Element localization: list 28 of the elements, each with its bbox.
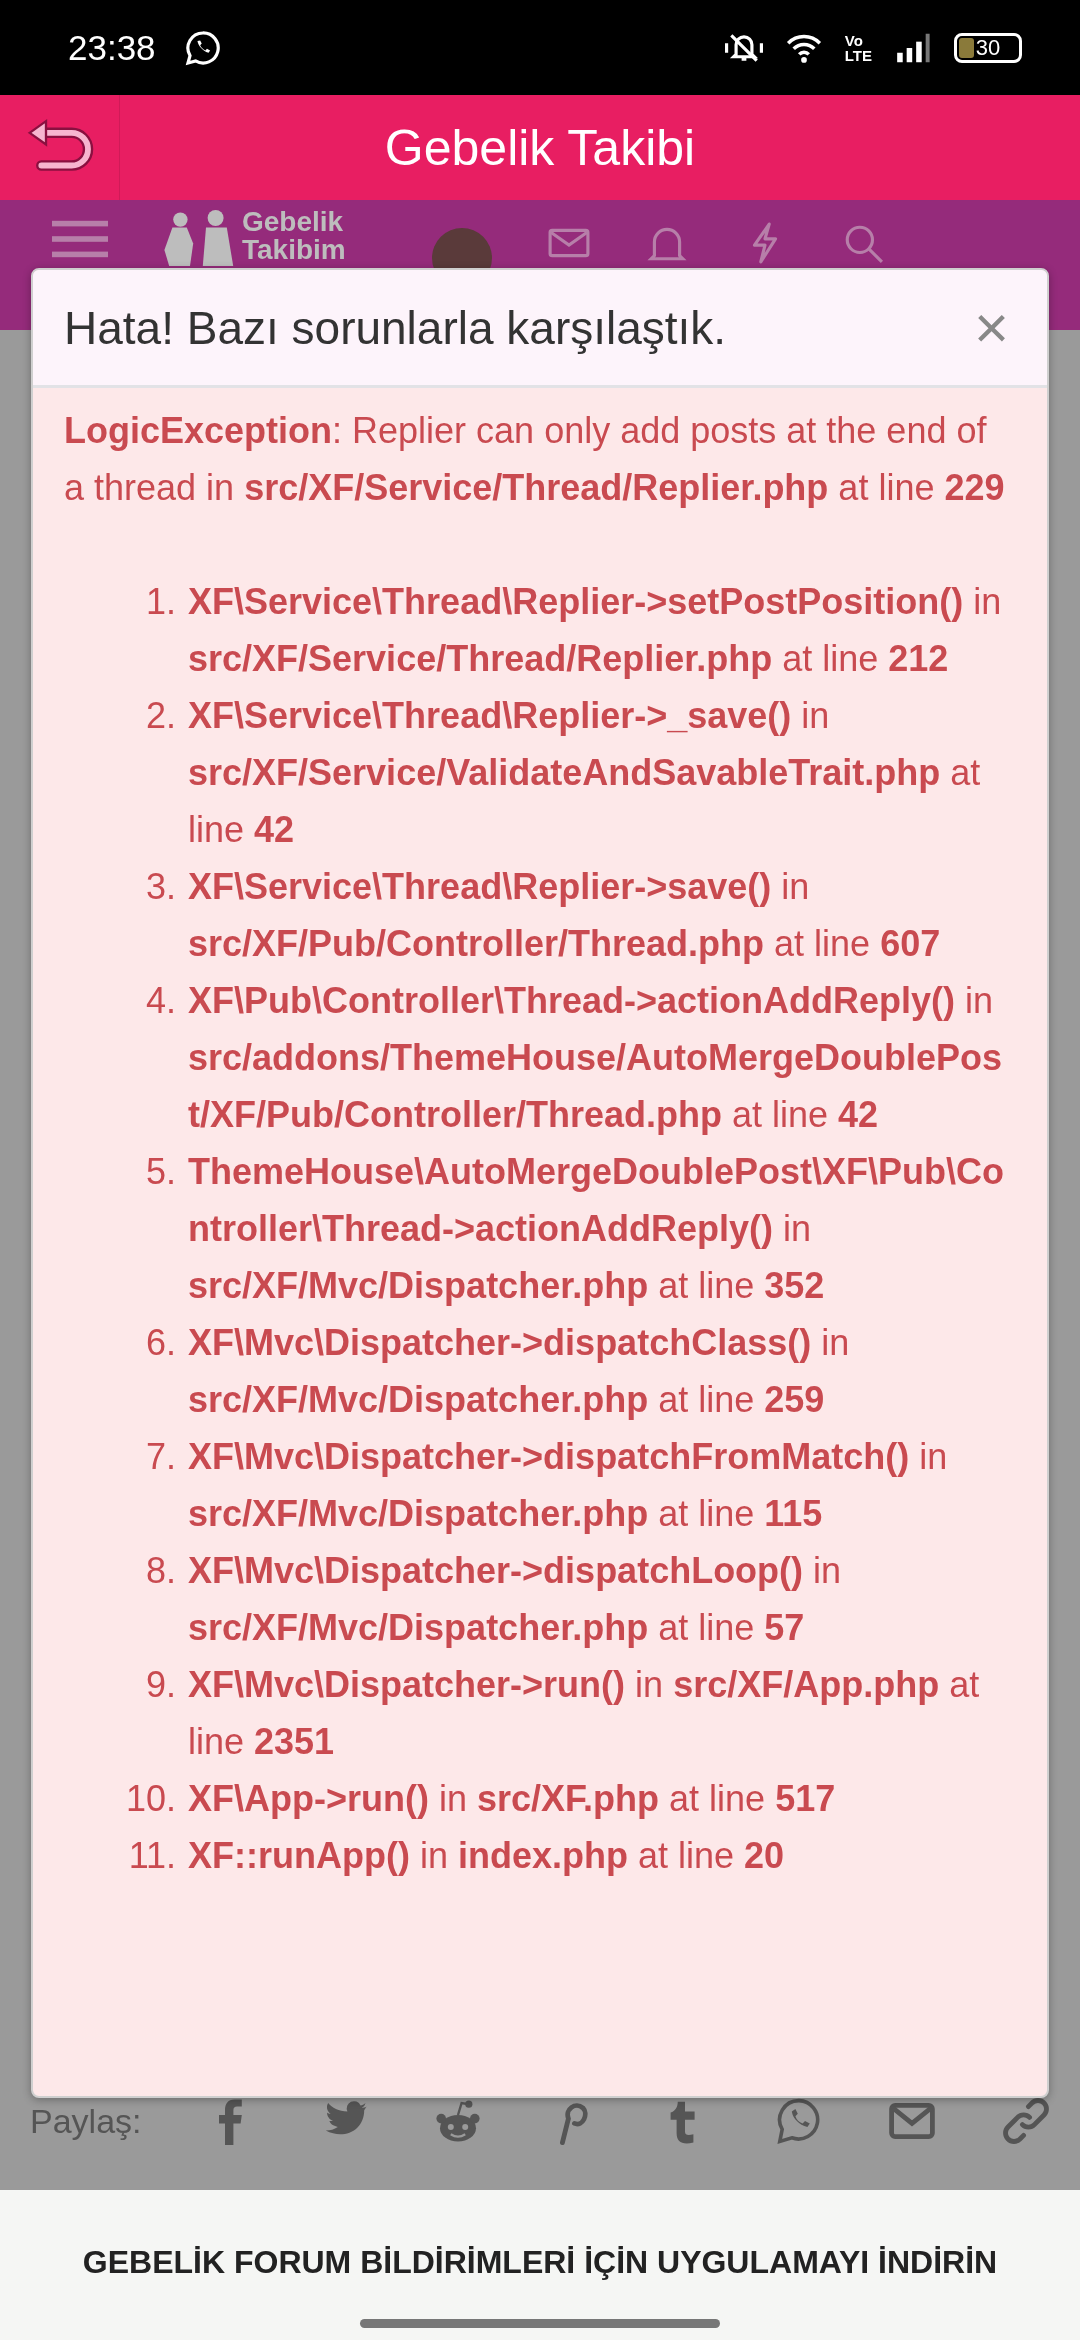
list-number: 8. <box>144 1549 176 1593</box>
list-number: 10. <box>124 1777 176 1821</box>
list-number: 6. <box>144 1321 176 1365</box>
share-label: Paylaş: <box>30 2101 142 2141</box>
list-number: 5. <box>144 1150 176 1194</box>
list-number: 2. <box>144 694 176 738</box>
list-number: 11. <box>127 1834 176 1878</box>
list-number: 7. <box>144 1435 176 1479</box>
list-number: 4. <box>144 979 176 1023</box>
list-number: 3. <box>144 865 176 909</box>
download-banner[interactable]: GEBELİK FORUM BİLDİRİMLERİ İÇİN UYGULAMAYI İNDİRİN <box>0 2190 1080 2340</box>
app-title: Gebelik Takibi <box>383 118 697 177</box>
stack-trace-entry: XF\Service\Thread\Replier->save() in src/XF/Pub/Controller/Thread.php at line 607 <box>188 865 942 966</box>
list-number: 9. <box>144 1663 176 1707</box>
clock-time: 23:38 <box>68 27 156 68</box>
link-icon[interactable] <box>1002 2097 1050 2145</box>
dialog-title: Hata! Bazı sorunlarla karşılaştık. <box>64 300 727 355</box>
stack-trace-entry: XF\Mvc\Dispatcher->dispatchClass() in src/XF/Mvc/Dispatcher.php at line 259 <box>188 1321 851 1422</box>
list-number: 1. <box>144 580 176 624</box>
stack-trace-entry: XF\Pub\Controller\Thread->actionAddReply() in src/addons/ThemeHouse/AutoMergeDoublePost/XF/Pub/Controller/Thread.php at line 42 <box>188 979 1004 1137</box>
network-label: Vo LTE <box>844 32 872 63</box>
stack-trace-entry: XF::runApp() in index.php at line 20 <box>188 1834 786 1878</box>
error-message: LogicException: Replier can only add posts at the end of a thread in src/XF/Service/Thread/Replier.php at line 229 <box>64 409 1006 510</box>
banner-text: GEBELİK FORUM BİLDİRİMLERİ İÇİN UYGULAMAYI İNDİRİN <box>82 2244 998 2281</box>
stack-trace-entry: XF\App->run() in src/XF.php at line 517 <box>188 1777 837 1821</box>
logo-text: Gebelik Takibim <box>242 208 346 264</box>
chat-bubble-icon <box>183 28 222 67</box>
battery-icon: 30 <box>954 32 1022 63</box>
